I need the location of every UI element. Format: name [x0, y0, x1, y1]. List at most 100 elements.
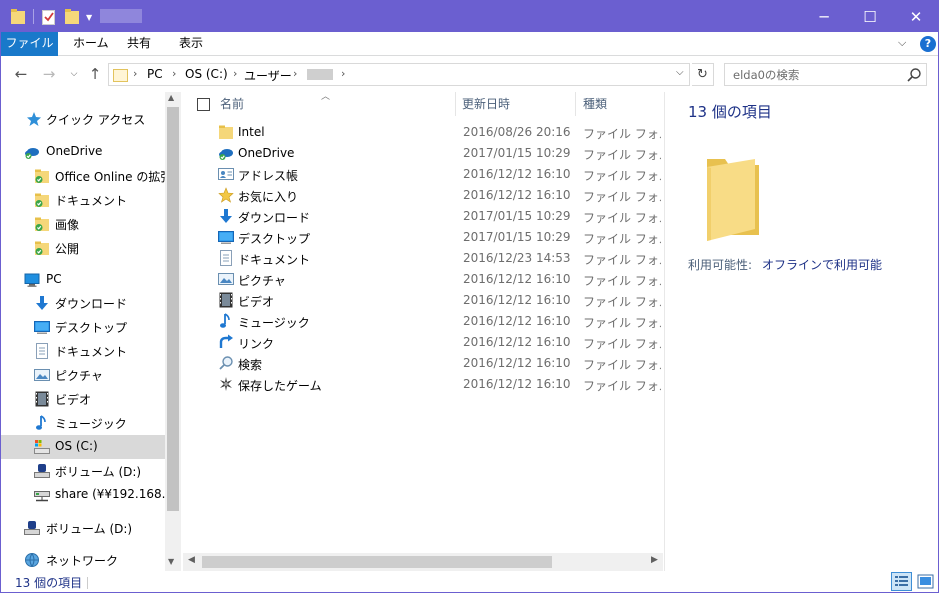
forward-arrow-icon[interactable]: →: [40, 64, 58, 84]
navigation-pane-scrollbar[interactable]: ▲ ▼: [165, 92, 181, 571]
breadcrumb-pc[interactable]: PC: [147, 67, 163, 81]
folder-icon[interactable]: [11, 8, 25, 25]
tree-item-pc[interactable]: PC: [1, 268, 165, 292]
tree-item-downloads[interactable]: ダウンロード: [1, 291, 165, 315]
tab-home[interactable]: ホーム: [63, 32, 119, 56]
minimize-button[interactable]: ─: [801, 1, 847, 32]
table-row[interactable]: 検索 2016/12/12 16:10 ファイル フォルダー: [183, 353, 663, 374]
details-pane: 13 個の項目 利用可能性: オフラインで利用可能: [664, 92, 938, 571]
tree-item-quick-access[interactable]: クイック アクセス: [1, 107, 165, 131]
table-row[interactable]: お気に入り 2016/12/12 16:10 ファイル フォルダー: [183, 185, 663, 206]
details-view-button[interactable]: [891, 572, 912, 591]
tab-file[interactable]: ファイル: [1, 32, 58, 56]
tree-item-videos[interactable]: ビデオ: [1, 387, 165, 411]
tree-item-onedrive[interactable]: OneDrive: [1, 140, 165, 164]
breadcrumb-os-c[interactable]: OS (C:): [185, 67, 228, 81]
table-row[interactable]: デスクトップ 2017/01/15 10:29 ファイル フォルダー: [183, 227, 663, 248]
row-type: ファイル フォルダー: [583, 232, 661, 246]
table-row[interactable]: リンク 2016/12/12 16:10 ファイル フォルダー: [183, 332, 663, 353]
column-divider[interactable]: [455, 92, 456, 116]
table-row[interactable]: ビデオ 2016/12/12 16:10 ファイル フォルダー: [183, 290, 663, 311]
table-row[interactable]: ミュージック 2016/12/12 16:10 ファイル フォルダー: [183, 311, 663, 332]
tree-item-onedrive-public[interactable]: 公開: [1, 236, 165, 260]
saved-games-icon: [220, 377, 232, 391]
up-arrow-icon[interactable]: ↑: [86, 64, 104, 84]
table-row[interactable]: Intel 2016/08/26 20:16 ファイル フォルダー: [183, 122, 663, 143]
chevron-right-icon[interactable]: ›: [172, 67, 176, 80]
breadcrumb-user-blurred[interactable]: [307, 69, 333, 80]
tree-item-documents[interactable]: ドキュメント: [1, 339, 165, 363]
scrollbar-thumb[interactable]: [202, 556, 552, 568]
new-folder-icon[interactable]: [65, 8, 79, 25]
recent-locations-chevron-down-icon[interactable]: ⌵: [65, 64, 83, 84]
column-header-date[interactable]: 更新日時: [462, 92, 510, 116]
tree-item-network[interactable]: ネットワーク: [1, 548, 165, 572]
tree-item-music[interactable]: ミュージック: [1, 411, 165, 435]
column-header-type[interactable]: 種類: [583, 92, 607, 116]
scroll-right-arrow-icon[interactable]: ▶: [651, 555, 658, 565]
title-bar[interactable]: ▼ ─ ☐ ✕: [1, 1, 938, 32]
chevron-right-icon[interactable]: ›: [341, 67, 345, 80]
table-row[interactable]: 保存したゲーム 2016/12/12 16:10 ファイル フォルダー: [183, 374, 663, 395]
large-folder-icon: [707, 159, 759, 241]
file-list: ︿ 名前 更新日時 種類 Intel 2016/08/26 20:16 ファイル…: [183, 92, 663, 571]
tree-item-onedrive-images[interactable]: 画像: [1, 212, 165, 236]
scrollbar-thumb[interactable]: [167, 107, 179, 511]
back-arrow-icon[interactable]: ←: [12, 64, 30, 84]
customize-toolbar-dropdown-icon[interactable]: ▼: [86, 13, 92, 22]
address-bar[interactable]: › PC › OS (C:) › ユーザー › › ⌵: [108, 63, 690, 86]
tree-item-volume-d[interactable]: ボリューム (D:): [1, 459, 165, 483]
close-button[interactable]: ✕: [893, 1, 938, 32]
chevron-right-icon[interactable]: ›: [133, 67, 137, 80]
row-date: 2017/01/15 10:29: [463, 146, 571, 160]
tree-item-label: ネットワーク: [46, 554, 119, 568]
row-date: 2016/12/12 16:10: [463, 293, 571, 307]
chevron-right-icon[interactable]: ›: [233, 67, 237, 80]
status-separator: [87, 577, 88, 589]
tree-item-pictures[interactable]: ピクチャ: [1, 363, 165, 387]
scroll-up-arrow-icon[interactable]: ▲: [168, 93, 174, 102]
row-date: 2016/12/12 16:10: [463, 377, 571, 391]
tree-item-office-online[interactable]: Office Online の拡張ファイル: [1, 164, 165, 188]
table-row[interactable]: ピクチャ 2016/12/12 16:10 ファイル フォルダー: [183, 269, 663, 290]
tree-item-volume-d-root[interactable]: ボリューム (D:): [1, 516, 165, 540]
large-icons-view-button[interactable]: [915, 572, 936, 591]
expand-ribbon-chevron-down-icon[interactable]: ⌵: [898, 36, 906, 50]
table-row[interactable]: ドキュメント 2016/12/23 14:53 ファイル フォルダー: [183, 248, 663, 269]
tree-item-share-network-drive[interactable]: share (¥¥192.168.1.18: [1, 483, 165, 507]
row-name: ビデオ: [238, 295, 275, 309]
tree-item-os-c[interactable]: OS (C:): [1, 435, 165, 459]
tab-view[interactable]: 表示: [169, 32, 213, 56]
breadcrumb-users[interactable]: ユーザー: [244, 67, 292, 84]
search-icon[interactable]: [906, 67, 922, 83]
help-icon[interactable]: ?: [920, 36, 936, 52]
search-input[interactable]: [725, 64, 901, 85]
sort-ascending-chevron-up-icon: ︿: [321, 92, 331, 102]
select-all-checkbox[interactable]: [197, 98, 210, 111]
table-row[interactable]: ダウンロード 2017/01/15 10:29 ファイル フォルダー: [183, 206, 663, 227]
search-box[interactable]: [724, 63, 927, 86]
column-divider[interactable]: [575, 92, 576, 116]
tree-item-label: クイック アクセス: [46, 113, 146, 127]
tree-item-desktop[interactable]: デスクトップ: [1, 315, 165, 339]
scroll-down-arrow-icon[interactable]: ▼: [168, 557, 174, 566]
scroll-left-arrow-icon[interactable]: ◀: [188, 555, 195, 565]
tree-item-label: ボリューム (D:): [55, 465, 142, 479]
folder-synced-icon: [35, 217, 49, 231]
table-row[interactable]: アドレス帳 2016/12/12 16:10 ファイル フォルダー: [183, 164, 663, 185]
links-icon: [219, 334, 233, 348]
availability-value: オフラインで利用可能: [762, 258, 883, 272]
refresh-button[interactable]: ↻: [692, 63, 714, 86]
address-history-chevron-down-icon[interactable]: ⌵: [676, 67, 684, 78]
maximize-button[interactable]: ☐: [847, 1, 893, 32]
folder-icon: [219, 125, 233, 139]
properties-icon[interactable]: [42, 8, 55, 25]
tab-share[interactable]: 共有: [117, 32, 161, 56]
chevron-right-icon[interactable]: ›: [293, 67, 297, 80]
tree-item-onedrive-documents[interactable]: ドキュメント: [1, 188, 165, 212]
column-header-name[interactable]: 名前: [220, 92, 244, 116]
row-date: 2016/12/12 16:10: [463, 188, 571, 202]
file-list-horizontal-scrollbar[interactable]: ◀ ▶: [183, 553, 663, 571]
folder-synced-icon: [35, 169, 49, 183]
table-row[interactable]: OneDrive 2017/01/15 10:29 ファイル フォルダー: [183, 143, 663, 164]
